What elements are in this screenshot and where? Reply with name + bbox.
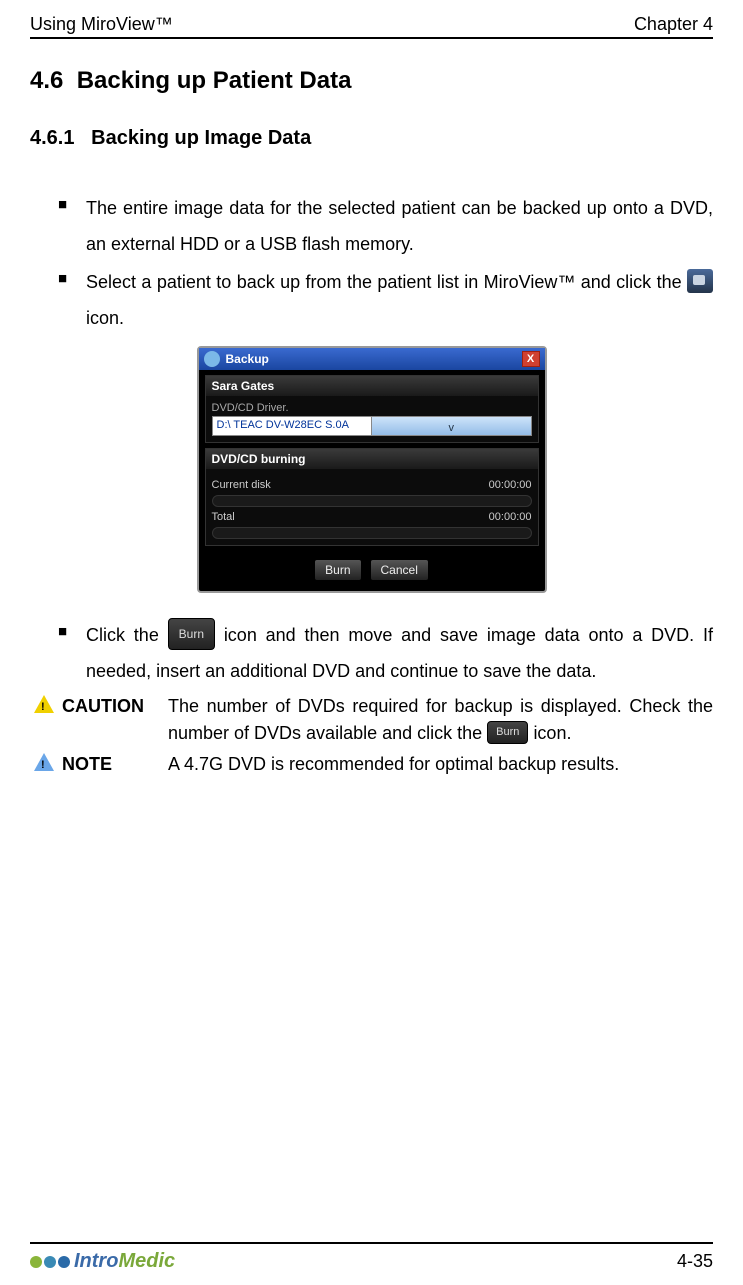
total-label: Total: [212, 511, 282, 523]
dialog-title: Backup: [226, 352, 269, 366]
bullet-1: The entire image data for the selected p…: [58, 190, 713, 262]
bullet-3: Click the Burn icon and then move and sa…: [58, 617, 713, 689]
section-heading: 4.6 Backing up Patient Data: [30, 67, 713, 95]
caution-icon: [30, 693, 58, 713]
bullet-2-text-b: icon.: [86, 308, 124, 328]
burning-title: DVD/CD burning: [206, 449, 538, 469]
caution-text-a: The number of DVDs required for backup i…: [168, 696, 713, 743]
subsection-heading: 4.6.1 Backing up Image Data: [30, 127, 713, 150]
bullet-3-text-a: Click the: [86, 625, 168, 645]
chevron-down-icon[interactable]: v: [371, 417, 531, 435]
bullet-2: Select a patient to back up from the pat…: [58, 264, 713, 336]
burn-small-icon: Burn: [487, 721, 528, 744]
logo-text-a: Intro: [74, 1250, 118, 1273]
header-left: Using MiroView™: [30, 14, 173, 35]
total-time: 00:00:00: [483, 511, 532, 523]
header-right: Chapter 4: [634, 14, 713, 35]
page-footer: IntroMedic 4-35: [30, 1242, 713, 1273]
total-row: Total 00:00:00: [212, 511, 532, 523]
subsection-number: 4.6.1: [30, 127, 74, 149]
current-label: Current disk: [212, 479, 282, 491]
burning-panel: DVD/CD burning Current disk 00:00:00 Tot…: [205, 448, 539, 546]
driver-dropdown[interactable]: D:\ TEAC DV-W28EC S.0A v: [212, 416, 532, 436]
driver-label: DVD/CD Driver.: [212, 402, 532, 414]
brand-logo: IntroMedic: [30, 1250, 175, 1273]
dialog-buttons: Burn Cancel: [199, 551, 545, 591]
backup-dialog: Backup X Sara Gates DVD/CD Driver. D:\ T…: [197, 346, 547, 593]
backup-icon: [687, 269, 713, 293]
burn-button[interactable]: Burn: [314, 559, 361, 581]
bullet-1-text: The entire image data for the selected p…: [86, 198, 713, 254]
caution-text-b: icon.: [533, 723, 571, 743]
cancel-button[interactable]: Cancel: [370, 559, 429, 581]
logo-text-b: Medic: [118, 1250, 175, 1273]
current-time: 00:00:00: [483, 479, 532, 491]
page-number: 4-35: [677, 1251, 713, 1272]
current-progress: [212, 495, 532, 507]
bullet-list-2: Click the Burn icon and then move and sa…: [30, 617, 713, 689]
note-row: NOTE A 4.7G DVD is recommended for optim…: [30, 751, 713, 778]
section-number: 4.6: [30, 67, 63, 94]
caution-row: CAUTION The number of DVDs required for …: [30, 693, 713, 747]
burn-inline-icon: Burn: [168, 618, 215, 650]
caution-text: The number of DVDs required for backup i…: [168, 693, 713, 747]
dialog-titlebar: Backup X: [199, 348, 545, 370]
bullet-2-text-a: Select a patient to back up from the pat…: [86, 272, 687, 292]
close-icon[interactable]: X: [522, 351, 540, 367]
backup-titlebar-icon: [204, 351, 220, 367]
note-icon: [30, 751, 58, 771]
logo-icon: [30, 1256, 70, 1268]
note-text: A 4.7G DVD is recommended for optimal ba…: [168, 751, 713, 778]
patient-name: Sara Gates: [206, 376, 538, 396]
total-progress: [212, 527, 532, 539]
subsection-title: Backing up Image Data: [91, 127, 311, 149]
patient-panel: Sara Gates DVD/CD Driver. D:\ TEAC DV-W2…: [205, 375, 539, 443]
section-title: Backing up Patient Data: [77, 67, 352, 94]
caution-label: CAUTION: [58, 693, 168, 720]
page-header: Using MiroView™ Chapter 4: [30, 14, 713, 39]
current-disk-row: Current disk 00:00:00: [212, 479, 532, 491]
callout-block: CAUTION The number of DVDs required for …: [30, 693, 713, 778]
driver-value: D:\ TEAC DV-W28EC S.0A: [213, 417, 372, 435]
bullet-list: The entire image data for the selected p…: [30, 190, 713, 336]
backup-dialog-figure: Backup X Sara Gates DVD/CD Driver. D:\ T…: [30, 346, 713, 593]
note-label: NOTE: [58, 751, 168, 778]
